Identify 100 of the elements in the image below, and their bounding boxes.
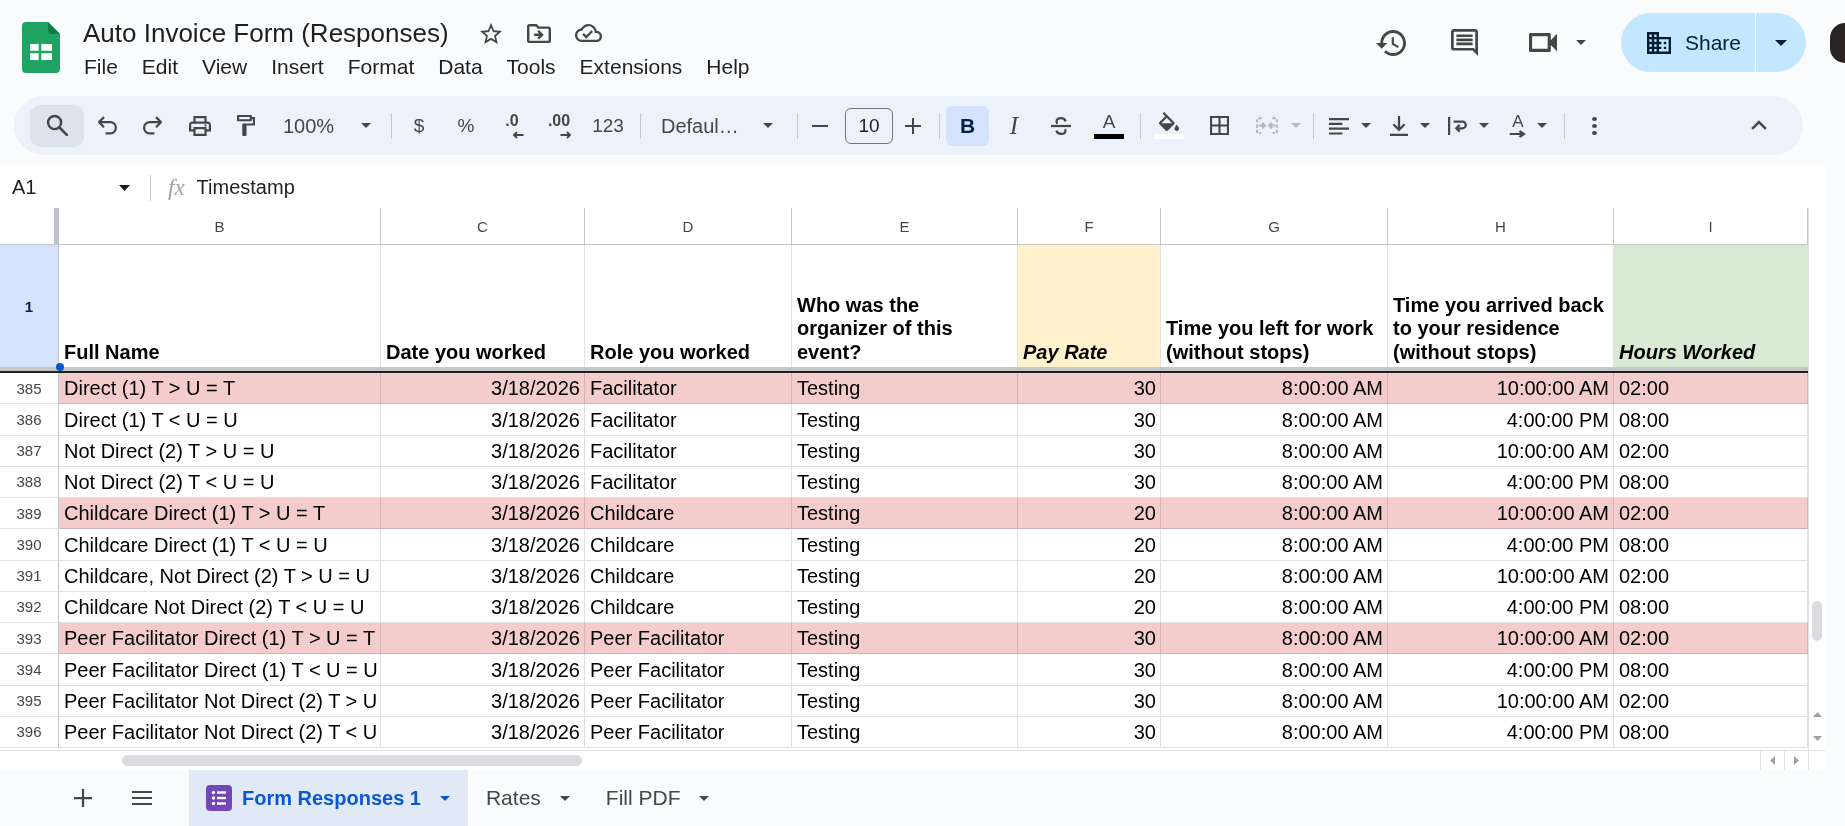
table-cell: 20: [1018, 529, 1161, 561]
sheet-tab[interactable]: Form Responses 1: [189, 770, 468, 826]
caret-icon: [559, 795, 570, 801]
table-cell: Testing: [792, 685, 1018, 717]
menu-item[interactable]: Insert: [259, 52, 336, 82]
row-header[interactable]: 391: [0, 560, 59, 592]
triangle-up-icon: [1812, 711, 1822, 717]
decrease-decimals-button[interactable]: .0: [493, 105, 531, 146]
table-cell: 10:00:00 AM: [1388, 560, 1614, 592]
scrollbar-thumb[interactable]: [122, 755, 582, 766]
arrow-right-icon: [560, 130, 572, 139]
triangle-right-icon: [1794, 756, 1799, 765]
comment-icon: [1450, 29, 1478, 56]
font-size-field[interactable]: 10: [845, 107, 893, 144]
chevron-up-icon: [1751, 121, 1767, 130]
table-cell: Testing: [792, 435, 1018, 467]
italic-button[interactable]: I: [993, 105, 1035, 146]
color-bar-icon: [1094, 134, 1124, 139]
menu-item[interactable]: File: [72, 52, 130, 82]
table-cell: Childcare: [585, 529, 792, 561]
user-avatar[interactable]: [1830, 22, 1845, 63]
caret-icon: [1775, 39, 1787, 46]
zoom-dropdown[interactable]: 100%: [274, 105, 378, 146]
caret-icon: [1420, 123, 1430, 128]
table-cell: 10:00:00 AM: [1388, 685, 1614, 717]
freeze-handle[interactable]: [54, 208, 59, 244]
search-menus-button[interactable]: [30, 104, 84, 147]
text-rotation-button[interactable]: A: [1500, 105, 1556, 146]
table-cell: Peer Facilitator Not Direct (2) T > U: [59, 685, 381, 717]
menu-item[interactable]: Format: [335, 52, 427, 82]
row-header[interactable]: 389: [0, 498, 59, 530]
table-cell: 30: [1018, 435, 1161, 467]
plus-icon: [905, 117, 921, 134]
row-header[interactable]: 394: [0, 654, 59, 686]
row-header[interactable]: 387: [0, 435, 59, 467]
minus-icon: [812, 124, 828, 127]
formula-input[interactable]: Timestamp: [196, 169, 1825, 206]
bold-button[interactable]: B: [946, 105, 989, 146]
menu-item[interactable]: Tools: [494, 52, 568, 82]
menu-item[interactable]: View: [190, 52, 260, 82]
table-cell: 8:00:00 AM: [1161, 654, 1388, 686]
header-cell: Hours Worked: [1614, 245, 1808, 367]
row-header[interactable]: 386: [0, 404, 59, 436]
increase-decimals-button[interactable]: .00: [539, 105, 579, 146]
table-cell: 3/18/2026: [381, 529, 585, 561]
caret-icon: [1361, 123, 1371, 128]
number-format-button[interactable]: %: [447, 105, 485, 146]
search-icon: [46, 115, 68, 136]
arrow-right-icon: [1509, 130, 1527, 138]
table-cell: Childcare, Not Direct (2) T > U = U: [59, 560, 381, 592]
number-format-button[interactable]: 123: [587, 105, 629, 146]
sheet-tab[interactable]: Fill PDF: [588, 770, 728, 826]
table-cell: 3/18/2026: [381, 654, 585, 686]
table-cell: 30: [1018, 404, 1161, 436]
table-cell: 8:00:00 AM: [1161, 404, 1388, 436]
history-icon: [1376, 29, 1406, 56]
caret-icon: [699, 795, 710, 801]
table-cell: 3/18/2026: [381, 560, 585, 592]
menu-item[interactable]: Data: [426, 52, 495, 82]
table-cell: Peer Facilitator: [585, 654, 792, 686]
number-format-button[interactable]: $: [400, 105, 438, 146]
align-bottom-icon: [1390, 115, 1408, 136]
text-wrap-icon: [1448, 116, 1468, 135]
name-box[interactable]: A1: [0, 169, 140, 206]
row-header[interactable]: 396: [0, 716, 59, 748]
caret-icon: [763, 123, 773, 128]
menu-item[interactable]: Edit: [129, 52, 191, 82]
caret-icon: [1576, 40, 1586, 45]
table-cell: 8:00:00 AM: [1161, 529, 1388, 561]
row-header[interactable]: 392: [0, 591, 59, 623]
row-header[interactable]: 388: [0, 466, 59, 498]
table-cell: Peer Facilitator Direct (1) T < U = U: [59, 654, 381, 686]
table-cell: Peer Facilitator: [585, 685, 792, 717]
font-dropdown[interactable]: Defaul…: [652, 105, 780, 146]
row-header[interactable]: 393: [0, 623, 59, 655]
triangle-down-icon: [1812, 735, 1822, 741]
text-color-button[interactable]: A: [1088, 105, 1130, 146]
table-cell: Testing: [792, 529, 1018, 561]
share-button[interactable]: Share: [1621, 13, 1755, 72]
paint-bucket-icon: [1159, 112, 1179, 131]
table-cell: Facilitator: [585, 404, 792, 436]
menu-item[interactable]: Help: [694, 52, 762, 82]
vertical-scrollbar[interactable]: [1808, 208, 1825, 750]
table-cell: Facilitator: [585, 435, 792, 467]
row-header[interactable]: 385: [0, 373, 59, 405]
row-header[interactable]: 395: [0, 685, 59, 717]
menu-item[interactable]: Extensions: [567, 52, 695, 82]
table-cell: 4:00:00 PM: [1388, 404, 1614, 436]
row-header[interactable]: 390: [0, 529, 59, 561]
document-title[interactable]: Auto Invoice Form (Responses): [83, 18, 449, 48]
table-cell: Testing: [792, 654, 1018, 686]
paint-roller-icon: [237, 115, 255, 136]
scrollbar-thumb[interactable]: [1812, 601, 1822, 641]
sheet-tab[interactable]: Rates: [468, 770, 588, 826]
row-header[interactable]: 1: [0, 245, 59, 367]
video-camera-icon: [1529, 33, 1557, 52]
table-cell: Testing: [792, 404, 1018, 436]
spreadsheet-icon[interactable]: [22, 22, 60, 73]
selection-handle-icon[interactable]: [56, 363, 64, 371]
undo-icon: [97, 116, 117, 135]
